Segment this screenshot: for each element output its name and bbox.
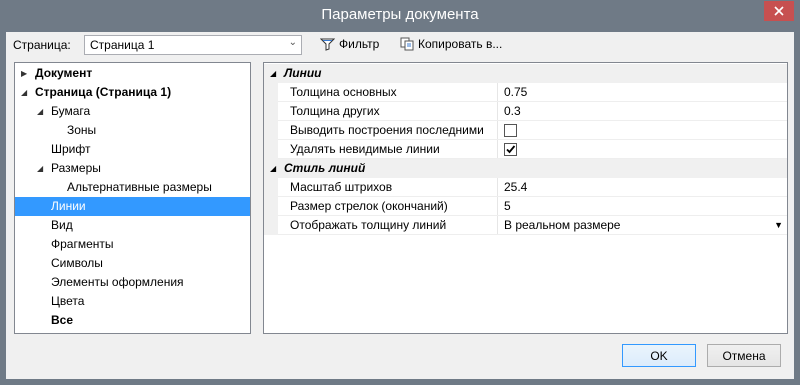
property-row-draw-last[interactable]: Выводить построения последними xyxy=(264,121,787,140)
copy-to-label: Копировать в... xyxy=(418,37,503,51)
property-row-remove-hidden[interactable]: Удалять невидимые линии xyxy=(264,140,787,159)
dropdown-arrow-icon[interactable]: ▼ xyxy=(774,216,783,235)
checkmark-icon xyxy=(506,145,516,154)
copy-icon xyxy=(400,37,414,51)
property-name: Масштаб штрихов xyxy=(290,178,498,197)
tree-item-lines[interactable]: Линии xyxy=(15,197,250,216)
tree-item-page[interactable]: ◢ Страница (Страница 1) xyxy=(15,83,250,102)
property-value[interactable]: 0.75 xyxy=(504,83,527,102)
property-value[interactable]: 25.4 xyxy=(504,178,527,197)
tree-item-font[interactable]: Шрифт xyxy=(15,140,250,159)
property-grid: ◢ Линии Толщина основных 0.75 Толщина др… xyxy=(263,62,788,334)
collapse-icon[interactable]: ◢ xyxy=(37,159,43,178)
property-row-arrow-size[interactable]: Размер стрелок (окончаний) 5 xyxy=(264,197,787,216)
settings-tree[interactable]: ▶ Документ ◢ Страница (Страница 1) ◢ Бум… xyxy=(14,62,251,334)
tree-item-view[interactable]: Вид xyxy=(15,216,250,235)
close-icon xyxy=(774,6,784,16)
draw-last-checkbox[interactable] xyxy=(504,124,517,137)
page-select[interactable]: Страница 1 ⌄ xyxy=(84,35,302,55)
tree-item-dimensions[interactable]: ◢ Размеры xyxy=(15,159,250,178)
page-label: Страница: xyxy=(13,38,71,52)
category-lines[interactable]: ◢ Линии xyxy=(264,64,787,83)
property-row-other-thickness[interactable]: Толщина других 0.3 xyxy=(264,102,787,121)
expand-icon[interactable]: ▶ xyxy=(21,64,27,83)
tree-item-zones[interactable]: Зоны xyxy=(15,121,250,140)
tree-item-design-elements[interactable]: Элементы оформления xyxy=(15,273,250,292)
ok-button[interactable]: OK xyxy=(622,344,696,367)
toolbar: Страница: Страница 1 ⌄ Фильтр Копировать… xyxy=(6,32,794,58)
dialog-body: Страница: Страница 1 ⌄ Фильтр Копировать… xyxy=(6,32,794,379)
property-value[interactable]: 5 xyxy=(504,197,511,216)
remove-hidden-checkbox[interactable] xyxy=(504,143,517,156)
property-row-line-thickness-display[interactable]: Отображать толщину линий В реальном разм… xyxy=(264,216,787,235)
collapse-icon[interactable]: ◢ xyxy=(270,64,276,83)
ok-button-label: OK xyxy=(650,348,668,363)
filter-button[interactable]: Фильтр xyxy=(320,37,379,51)
property-name: Толщина основных xyxy=(290,83,498,102)
property-name: Размер стрелок (окончаний) xyxy=(290,197,498,216)
property-name: Отображать толщину линий xyxy=(290,216,498,235)
collapse-icon[interactable]: ◢ xyxy=(37,102,43,121)
copy-to-button[interactable]: Копировать в... xyxy=(400,37,502,51)
tree-item-symbols[interactable]: Символы xyxy=(15,254,250,273)
tree-item-fragments[interactable]: Фрагменты xyxy=(15,235,250,254)
cancel-button[interactable]: Отмена xyxy=(707,344,781,367)
page-select-value: Страница 1 xyxy=(90,38,155,52)
collapse-icon[interactable]: ◢ xyxy=(270,159,276,178)
filter-label: Фильтр xyxy=(339,37,380,51)
chevron-down-icon: ⌄ xyxy=(288,37,297,48)
property-row-dash-scale[interactable]: Масштаб штрихов 25.4 xyxy=(264,178,787,197)
property-value[interactable]: 0.3 xyxy=(504,102,521,121)
property-name: Выводить построения последними xyxy=(290,121,498,140)
tree-item-paper[interactable]: ◢ Бумага xyxy=(15,102,250,121)
property-row-main-thickness[interactable]: Толщина основных 0.75 xyxy=(264,83,787,102)
property-name: Толщина других xyxy=(290,102,498,121)
property-name: Удалять невидимые линии xyxy=(290,140,498,159)
filter-icon xyxy=(320,38,335,51)
tree-item-all[interactable]: Все xyxy=(15,311,250,330)
title-bar[interactable]: Параметры документа xyxy=(0,0,800,32)
tree-item-colors[interactable]: Цвета xyxy=(15,292,250,311)
tree-item-alt-dimensions[interactable]: Альтернативные размеры xyxy=(15,178,250,197)
window-title: Параметры документа xyxy=(321,6,479,23)
close-button[interactable] xyxy=(764,1,794,21)
category-line-style[interactable]: ◢ Стиль линий xyxy=(264,159,787,178)
dialog-window: Параметры документа Страница: Страница 1… xyxy=(0,0,800,385)
cancel-button-label: Отмена xyxy=(722,348,766,363)
tree-item-document[interactable]: ▶ Документ xyxy=(15,64,250,83)
property-dropdown-value[interactable]: В реальном размере xyxy=(504,216,620,235)
collapse-icon[interactable]: ◢ xyxy=(21,83,27,102)
